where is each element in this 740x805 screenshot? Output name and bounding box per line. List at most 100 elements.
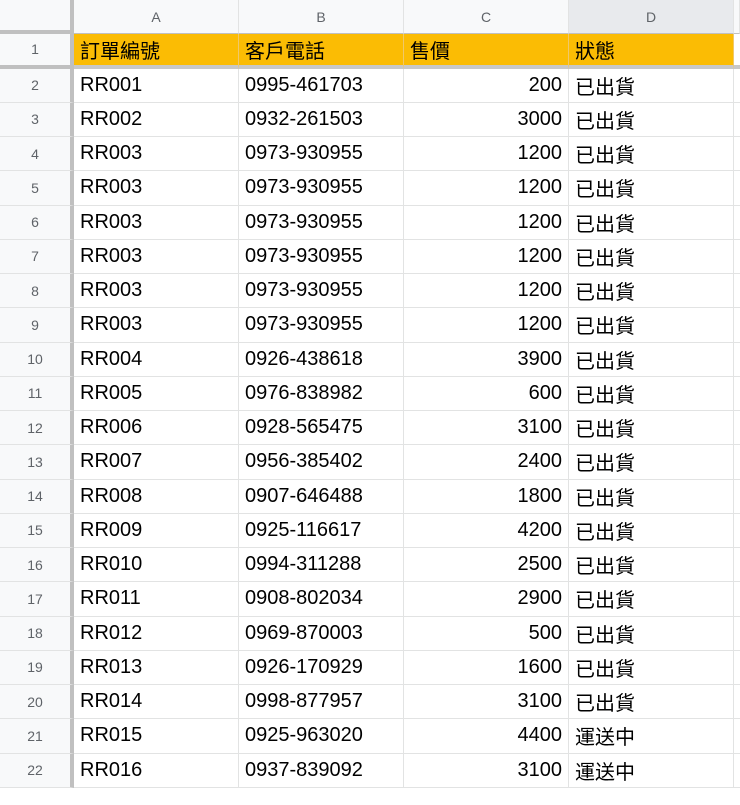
row-header[interactable]: 18	[0, 616, 74, 651]
select-all-corner[interactable]	[0, 0, 74, 35]
row-header[interactable]: 6	[0, 205, 74, 240]
cell-order-id[interactable]: RR006	[74, 411, 239, 446]
cell-customer-phone[interactable]: 0969-870003	[239, 616, 404, 651]
cell-customer-phone[interactable]: 0973-930955	[239, 171, 404, 206]
cell-price[interactable]: 600	[404, 376, 569, 411]
cell-order-id[interactable]: RR012	[74, 616, 239, 651]
cell-customer-phone[interactable]: 0926-438618	[239, 342, 404, 377]
cell-status[interactable]: 已出貨	[569, 171, 734, 206]
cell-status[interactable]: 運送中	[569, 753, 734, 788]
cell-customer-phone[interactable]: 0908-802034	[239, 582, 404, 617]
cell-customer-phone[interactable]: 0998-877957	[239, 685, 404, 720]
column-header-b[interactable]: B	[239, 0, 404, 35]
row-header[interactable]: 10	[0, 342, 74, 377]
row-header[interactable]: 2	[0, 68, 74, 103]
cell-order-id[interactable]: RR016	[74, 753, 239, 788]
cell-customer-phone[interactable]: 0928-565475	[239, 411, 404, 446]
cell-status[interactable]: 運送中	[569, 719, 734, 754]
cell-order-id[interactable]: RR004	[74, 342, 239, 377]
cell-status[interactable]: 已出貨	[569, 650, 734, 685]
cell-order-id[interactable]: RR008	[74, 479, 239, 514]
cell-price[interactable]: 1600	[404, 650, 569, 685]
cell-customer-phone[interactable]: 0973-930955	[239, 274, 404, 309]
cell-customer-phone[interactable]: 0973-930955	[239, 308, 404, 343]
cell-customer-phone[interactable]: 0925-116617	[239, 513, 404, 548]
row-header[interactable]: 15	[0, 513, 74, 548]
cell-status[interactable]: 已出貨	[569, 616, 734, 651]
cell-price[interactable]: 2400	[404, 445, 569, 480]
cell-order-id[interactable]: RR003	[74, 205, 239, 240]
cell-price[interactable]: 3100	[404, 685, 569, 720]
cell-price[interactable]: 200	[404, 68, 569, 103]
cell-order-id[interactable]: RR010	[74, 548, 239, 583]
cell-price[interactable]: 1200	[404, 308, 569, 343]
cell-status[interactable]: 已出貨	[569, 411, 734, 446]
row-header[interactable]: 22	[0, 753, 74, 788]
cell-customer-phone[interactable]: 0976-838982	[239, 376, 404, 411]
cell-status[interactable]: 已出貨	[569, 479, 734, 514]
cell-customer-phone[interactable]: 0973-930955	[239, 205, 404, 240]
cell-customer-phone[interactable]: 0973-930955	[239, 239, 404, 274]
cell-price[interactable]: 1200	[404, 274, 569, 309]
row-header[interactable]: 14	[0, 479, 74, 514]
cell-price[interactable]: 4400	[404, 719, 569, 754]
cell-order-id[interactable]: RR007	[74, 445, 239, 480]
cell-price[interactable]: 2900	[404, 582, 569, 617]
cell-price[interactable]: 1200	[404, 171, 569, 206]
cell-customer-phone[interactable]: 0956-385402	[239, 445, 404, 480]
cell-status[interactable]: 已出貨	[569, 376, 734, 411]
row-header[interactable]: 11	[0, 376, 74, 411]
cell-status[interactable]: 已出貨	[569, 308, 734, 343]
cell-status[interactable]: 已出貨	[569, 513, 734, 548]
header-cell-price[interactable]: 售價	[404, 34, 569, 69]
row-header[interactable]: 8	[0, 274, 74, 309]
row-header[interactable]: 7	[0, 239, 74, 274]
cell-status[interactable]: 已出貨	[569, 685, 734, 720]
cell-price[interactable]: 1200	[404, 137, 569, 172]
row-header[interactable]: 5	[0, 171, 74, 206]
cell-order-id[interactable]: RR003	[74, 171, 239, 206]
row-header[interactable]: 4	[0, 137, 74, 172]
cell-status[interactable]: 已出貨	[569, 239, 734, 274]
row-header[interactable]: 19	[0, 650, 74, 685]
cell-status[interactable]: 已出貨	[569, 205, 734, 240]
row-header[interactable]: 9	[0, 308, 74, 343]
row-header[interactable]: 13	[0, 445, 74, 480]
cell-customer-phone[interactable]: 0994-311288	[239, 548, 404, 583]
cell-customer-phone[interactable]: 0926-170929	[239, 650, 404, 685]
row-header[interactable]: 12	[0, 411, 74, 446]
cell-status[interactable]: 已出貨	[569, 274, 734, 309]
cell-order-id[interactable]: RR005	[74, 376, 239, 411]
cell-order-id[interactable]: RR002	[74, 102, 239, 137]
cell-price[interactable]: 500	[404, 616, 569, 651]
cell-status[interactable]: 已出貨	[569, 342, 734, 377]
header-cell-order-id[interactable]: 訂單編號	[74, 34, 239, 69]
column-header-d[interactable]: D	[569, 0, 734, 35]
cell-price[interactable]: 3900	[404, 342, 569, 377]
cell-order-id[interactable]: RR003	[74, 274, 239, 309]
cell-status[interactable]: 已出貨	[569, 445, 734, 480]
row-header[interactable]: 3	[0, 102, 74, 137]
header-cell-customer-phone[interactable]: 客戶電話	[239, 34, 404, 69]
row-header[interactable]: 1	[0, 34, 74, 69]
cell-order-id[interactable]: RR015	[74, 719, 239, 754]
cell-status[interactable]: 已出貨	[569, 102, 734, 137]
header-cell-status[interactable]: 狀態	[569, 34, 734, 69]
cell-price[interactable]: 1200	[404, 239, 569, 274]
cell-price[interactable]: 3100	[404, 411, 569, 446]
cell-order-id[interactable]: RR011	[74, 582, 239, 617]
cell-order-id[interactable]: RR003	[74, 137, 239, 172]
cell-price[interactable]: 1200	[404, 205, 569, 240]
cell-status[interactable]: 已出貨	[569, 68, 734, 103]
cell-customer-phone[interactable]: 0932-261503	[239, 102, 404, 137]
cell-order-id[interactable]: RR009	[74, 513, 239, 548]
column-header-a[interactable]: A	[74, 0, 239, 35]
row-header[interactable]: 17	[0, 582, 74, 617]
cell-customer-phone[interactable]: 0973-930955	[239, 137, 404, 172]
cell-customer-phone[interactable]: 0907-646488	[239, 479, 404, 514]
cell-order-id[interactable]: RR013	[74, 650, 239, 685]
cell-order-id[interactable]: RR003	[74, 308, 239, 343]
cell-customer-phone[interactable]: 0995-461703	[239, 68, 404, 103]
cell-price[interactable]: 3000	[404, 102, 569, 137]
cell-order-id[interactable]: RR014	[74, 685, 239, 720]
